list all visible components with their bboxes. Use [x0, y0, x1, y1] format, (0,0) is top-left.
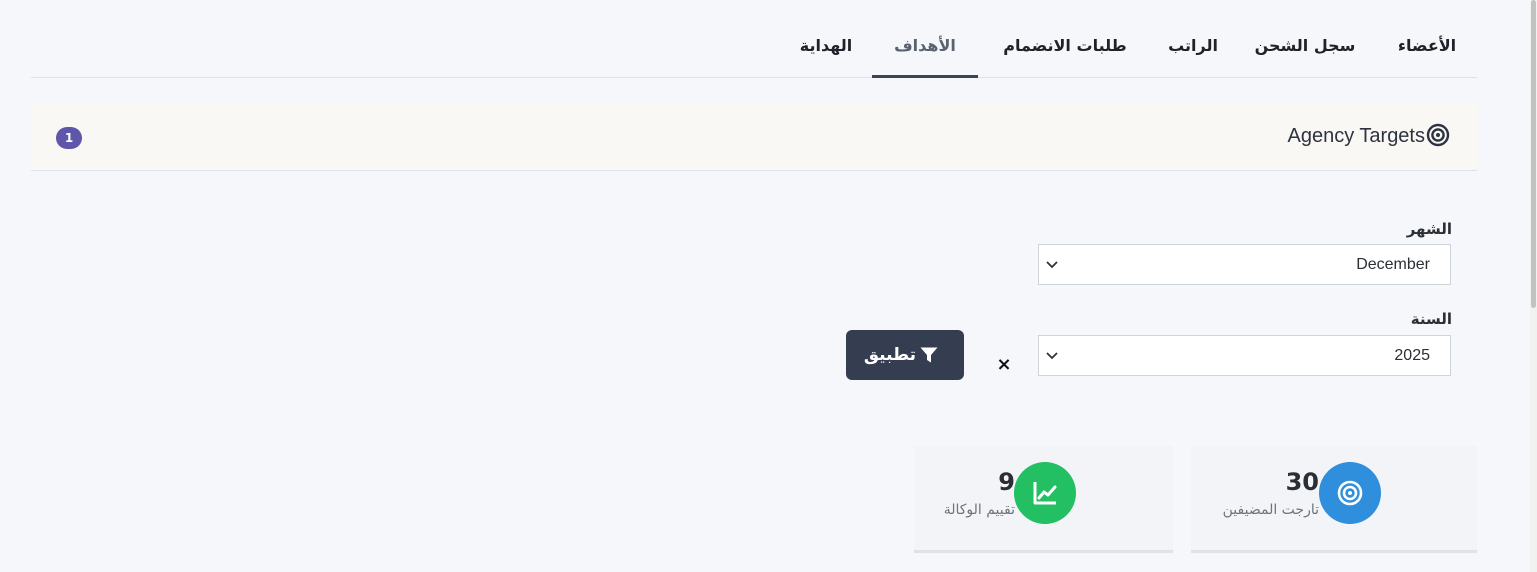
- apply-button-label: تطبيق: [863, 345, 916, 365]
- tab-members[interactable]: الأعضاء: [1386, 20, 1468, 75]
- count-badge: 1: [56, 127, 82, 149]
- stat-value: 30: [1285, 468, 1319, 496]
- month-label: الشهر: [1406, 220, 1452, 238]
- tab-targets[interactable]: الأهداف: [872, 20, 978, 78]
- stat-value: 9: [998, 468, 1015, 496]
- chevron-down-icon: [1046, 261, 1058, 269]
- panel-title: Agency Targets: [1287, 125, 1426, 147]
- clear-filter-button[interactable]: ×: [994, 353, 1014, 377]
- year-label: السنة: [1410, 310, 1452, 328]
- month-select[interactable]: December: [1038, 244, 1451, 285]
- tab-gifts[interactable]: الهداية: [789, 20, 863, 75]
- target-icon: [1337, 480, 1363, 506]
- tab-join-requests[interactable]: طلبات الانضمام: [991, 20, 1139, 75]
- panel-header: Agency Targets 1: [31, 104, 1477, 171]
- stat-card-hosts-target: 30 تارجت المضيفين: [1191, 446, 1477, 553]
- filter-icon: [920, 347, 938, 363]
- month-select-value: December: [1356, 256, 1430, 273]
- stat-label: تقييم الوكالة: [943, 502, 1015, 518]
- page-scrollbar[interactable]: [1530, 0, 1537, 572]
- apply-filter-button[interactable]: تطبيق: [846, 330, 964, 380]
- chart-line-icon: [1033, 482, 1057, 505]
- chevron-down-icon: [1046, 352, 1058, 360]
- tab-bar: الأعضاء سجل الشحن الراتب طلبات الانضمام …: [31, 20, 1477, 78]
- tab-salary[interactable]: الراتب: [1158, 20, 1228, 75]
- chart-icon-badge: [1014, 462, 1076, 524]
- year-select[interactable]: 2025: [1038, 335, 1451, 376]
- stat-label: تارجت المضيفين: [1222, 502, 1319, 518]
- year-select-value: 2025: [1394, 347, 1430, 364]
- target-icon-badge: [1319, 462, 1381, 524]
- stat-card-agency-rating: 9 تقييم الوكالة: [914, 446, 1173, 553]
- target-icon: [1426, 123, 1450, 147]
- tab-recharge-log[interactable]: سجل الشحن: [1246, 20, 1364, 75]
- scrollbar-thumb[interactable]: [1531, 0, 1536, 308]
